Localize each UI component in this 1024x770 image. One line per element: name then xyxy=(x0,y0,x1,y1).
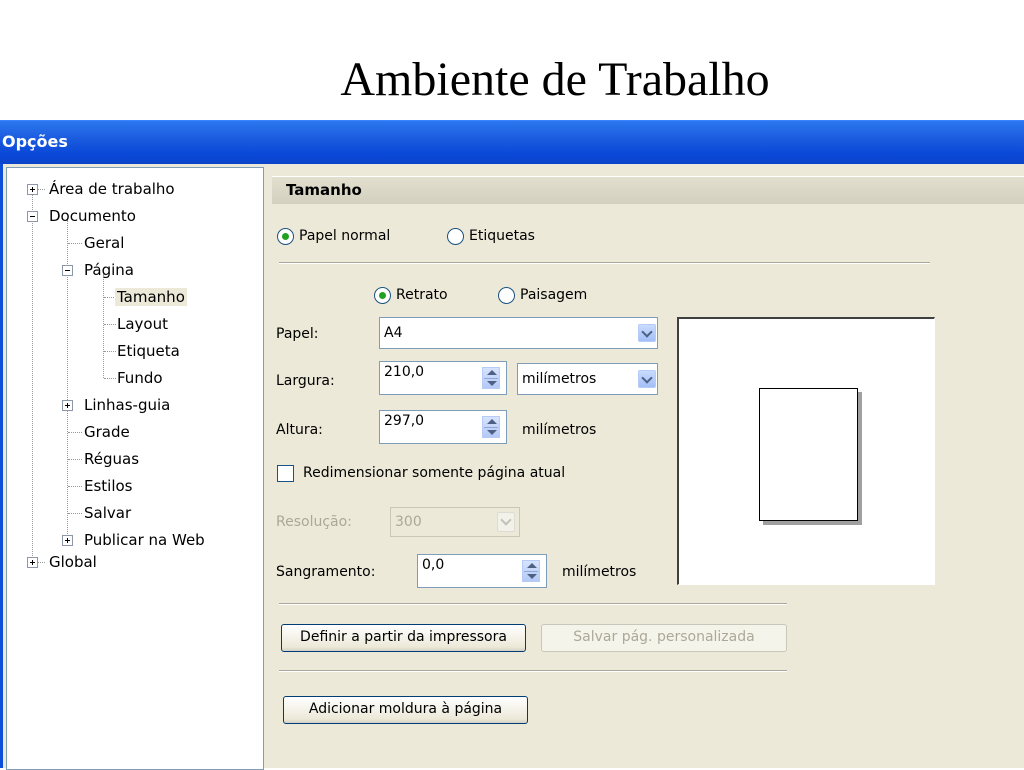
tree-connector xyxy=(68,513,82,514)
radio-retrato[interactable]: Retrato xyxy=(374,284,448,306)
tree-item-label: Tamanho xyxy=(115,288,187,306)
chevron-down-icon[interactable] xyxy=(497,512,515,532)
tree-item-fundo[interactable]: Fundo xyxy=(115,368,165,388)
tree-item-label: Réguas xyxy=(84,450,140,468)
resolution-label: Resolução: xyxy=(276,514,352,530)
resize-current-checkbox[interactable] xyxy=(277,465,294,482)
tree-item-label: Salvar xyxy=(84,504,132,522)
tree-item-label: Grade xyxy=(84,423,130,441)
bleed-unit: milímetros xyxy=(562,564,637,580)
radio-papel-normal[interactable]: Papel normal xyxy=(277,225,390,247)
width-unit-value: milímetros xyxy=(522,371,597,387)
tree-item-label: Linhas-guia xyxy=(84,396,171,414)
expand-icon[interactable] xyxy=(27,184,38,195)
tree-item-area-de-trabalho[interactable]: Área de trabalho xyxy=(47,179,177,199)
height-input[interactable]: 297,0 xyxy=(379,410,507,444)
window-border xyxy=(0,164,3,768)
tree-item-label: Página xyxy=(84,261,134,279)
set-from-printer-button[interactable]: Definir a partir da impressora xyxy=(281,624,526,652)
bleed-value: 0,0 xyxy=(422,557,445,573)
slide-title: Ambiente de Trabalho xyxy=(340,53,770,106)
tree-connector xyxy=(68,243,82,244)
separator xyxy=(279,603,787,605)
tree-item-label: Fundo xyxy=(117,369,163,387)
window-title: Opções xyxy=(2,132,68,151)
radio-unselected-icon xyxy=(498,286,515,304)
tree-item-publicar-na-web[interactable]: Publicar na Web xyxy=(82,530,207,550)
tree-item-salvar[interactable]: Salvar xyxy=(82,503,133,523)
tree-item-estilos[interactable]: Estilos xyxy=(82,476,135,496)
paper-value: A4 xyxy=(384,325,403,341)
tree-item-documento[interactable]: Documento xyxy=(47,206,138,226)
radio-selected-icon xyxy=(374,286,391,304)
tree-item-global[interactable]: Global xyxy=(47,552,99,572)
tree-item-label: Documento xyxy=(49,207,136,225)
tree-item-layout[interactable]: Layout xyxy=(115,314,170,334)
resolution-select[interactable]: 300 xyxy=(390,507,520,537)
tree-connector xyxy=(68,459,82,460)
radio-selected-icon xyxy=(277,227,294,245)
tree-item-grade[interactable]: Grade xyxy=(82,422,132,442)
tree-connector xyxy=(103,274,104,378)
separator xyxy=(279,262,930,264)
tree-item-label: Layout xyxy=(117,315,168,333)
radio-etiquetas[interactable]: Etiquetas xyxy=(447,225,535,247)
spinner-icon[interactable] xyxy=(482,367,500,389)
add-page-frame-button[interactable]: Adicionar moldura à página xyxy=(283,696,528,724)
height-unit: milímetros xyxy=(522,422,597,438)
tree-item-pagina[interactable]: Página xyxy=(82,260,136,280)
page-preview xyxy=(677,317,935,585)
tree-item-reguas[interactable]: Réguas xyxy=(82,449,141,469)
width-input[interactable]: 210,0 xyxy=(379,361,507,395)
bleed-input[interactable]: 0,0 xyxy=(417,554,547,588)
width-unit-select[interactable]: milímetros xyxy=(517,363,658,395)
paper-label: Papel: xyxy=(276,326,319,342)
width-value: 210,0 xyxy=(384,364,425,380)
radio-label: Paisagem xyxy=(520,287,588,303)
options-tree[interactable]: Área de trabalho Documento Geral Página … xyxy=(6,167,264,770)
tree-connector xyxy=(32,194,33,562)
resize-current-label: Redimensionar somente página atual xyxy=(303,465,566,481)
tree-connector xyxy=(37,562,45,563)
tree-connector xyxy=(37,189,45,190)
tree-item-label: Global xyxy=(49,553,97,571)
resolution-value: 300 xyxy=(395,514,422,530)
spinner-icon[interactable] xyxy=(522,560,540,582)
collapse-icon[interactable] xyxy=(27,211,38,222)
radio-unselected-icon xyxy=(447,227,464,245)
chevron-down-icon[interactable] xyxy=(638,324,656,342)
tree-item-geral[interactable]: Geral xyxy=(82,233,126,253)
bleed-label: Sangramento: xyxy=(276,564,376,580)
height-label: Altura: xyxy=(276,422,323,438)
tree-item-label: Área de trabalho xyxy=(49,180,175,198)
paper-select[interactable]: A4 xyxy=(379,317,658,349)
tree-connector xyxy=(68,486,82,487)
expand-icon[interactable] xyxy=(27,557,38,568)
separator xyxy=(279,670,787,672)
radio-label: Papel normal xyxy=(299,228,391,244)
tree-item-etiqueta[interactable]: Etiqueta xyxy=(115,341,182,361)
radio-paisagem[interactable]: Paisagem xyxy=(498,284,587,306)
tree-item-label: Publicar na Web xyxy=(84,531,205,549)
settings-panel: Tamanho Papel normal Etiquetas Retrato P… xyxy=(265,164,1024,768)
tree-item-linhas-guia[interactable]: Linhas-guia xyxy=(82,395,172,415)
expand-icon[interactable] xyxy=(62,400,73,411)
section-header: Tamanho xyxy=(272,176,1024,204)
collapse-icon[interactable] xyxy=(62,265,73,276)
save-custom-page-button[interactable]: Salvar pág. personalizada xyxy=(541,624,787,652)
radio-label: Retrato xyxy=(396,287,448,303)
tree-connector xyxy=(68,432,82,433)
tree-item-label: Etiqueta xyxy=(117,342,180,360)
tree-item-tamanho[interactable]: Tamanho xyxy=(115,287,187,307)
width-label: Largura: xyxy=(276,373,335,389)
radio-label: Etiquetas xyxy=(469,228,535,244)
expand-icon[interactable] xyxy=(62,535,73,546)
tree-item-label: Geral xyxy=(84,234,125,252)
page-preview-sheet xyxy=(759,388,858,521)
spinner-icon[interactable] xyxy=(482,416,500,438)
window-titlebar[interactable]: Opções xyxy=(0,120,1024,165)
chevron-down-icon[interactable] xyxy=(638,370,656,388)
height-value: 297,0 xyxy=(384,413,425,429)
tree-item-label: Estilos xyxy=(84,477,133,495)
